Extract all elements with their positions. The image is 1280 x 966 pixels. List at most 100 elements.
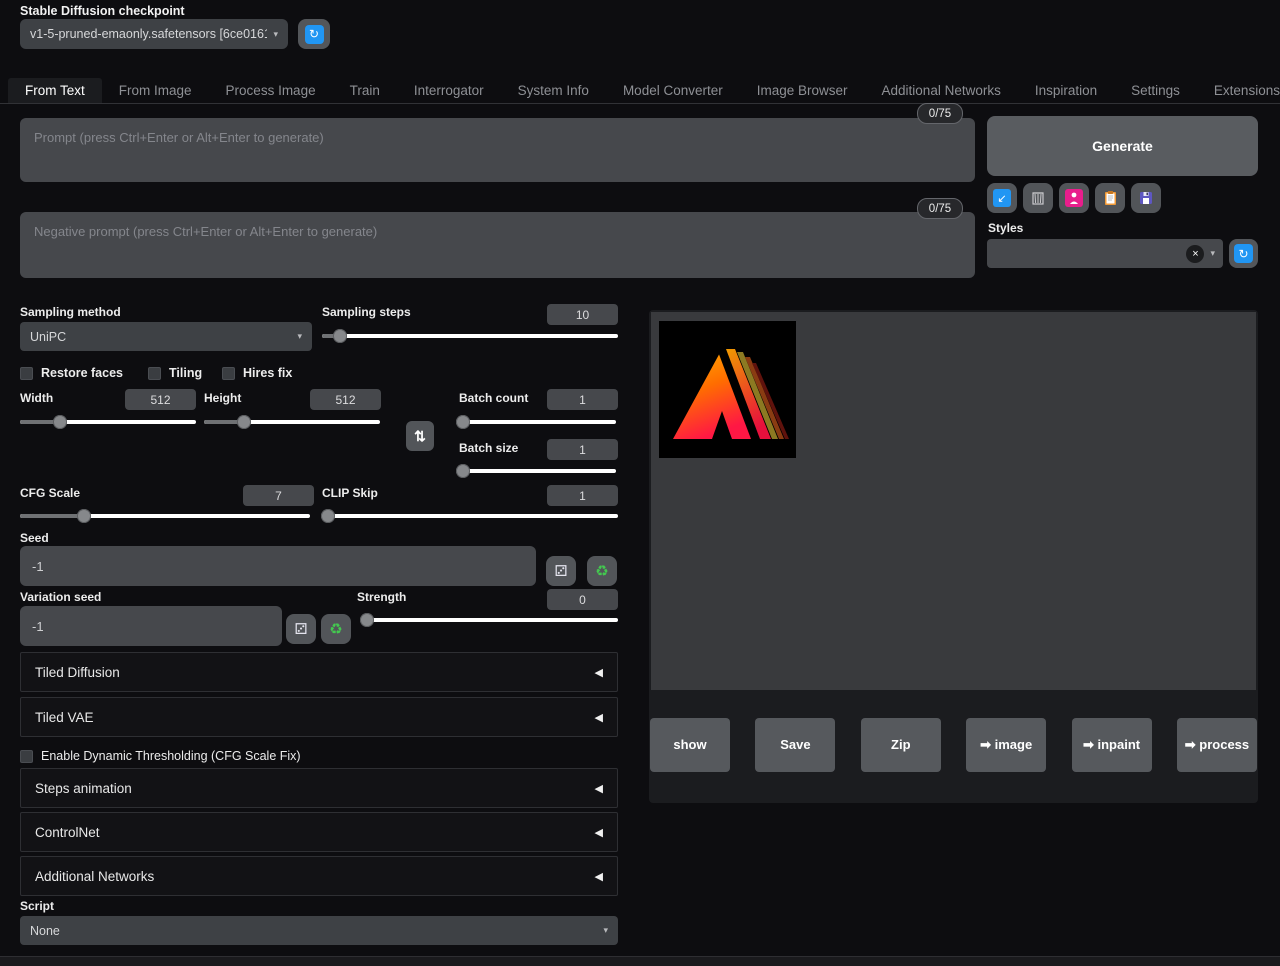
tab-train[interactable]: Train <box>333 78 397 103</box>
checkbox-icon <box>148 367 161 380</box>
script-value: None <box>30 924 597 938</box>
save-button[interactable]: Save <box>755 718 835 772</box>
output-gallery <box>651 312 1256 690</box>
chevron-left-icon: ◀ <box>595 782 603 795</box>
cfg-scale-slider[interactable] <box>20 509 310 523</box>
dynamic-thresholding-checkbox[interactable]: Enable Dynamic Thresholding (CFG Scale F… <box>20 749 301 763</box>
sampling-steps-label: Sampling steps <box>322 305 411 319</box>
floppy-disk-icon <box>1137 189 1155 207</box>
batch-count-slider[interactable] <box>460 415 616 429</box>
tab-system-info[interactable]: System Info <box>501 78 606 103</box>
swap-icon: ⇅ <box>414 428 426 445</box>
send-to-image-button[interactable]: ➡ image <box>966 718 1046 772</box>
sampling-steps-slider[interactable] <box>322 329 618 343</box>
chevron-left-icon: ◀ <box>595 666 603 679</box>
send-to-inpaint-button[interactable]: ➡ inpaint <box>1072 718 1152 772</box>
prompt-input[interactable] <box>20 118 975 182</box>
tab-inspiration[interactable]: Inspiration <box>1018 78 1114 103</box>
read-generation-params-button[interactable]: ↙ <box>987 183 1017 213</box>
tab-process-image[interactable]: Process Image <box>209 78 333 103</box>
reuse-seed-button[interactable]: ♻ <box>587 556 617 586</box>
clear-prompt-button[interactable] <box>1023 183 1053 213</box>
zip-button[interactable]: Zip <box>861 718 941 772</box>
chevron-down-icon: ▾ <box>297 331 302 342</box>
tab-model-converter[interactable]: Model Converter <box>606 78 740 103</box>
tab-image-browser[interactable]: Image Browser <box>740 78 865 103</box>
script-label: Script <box>20 899 54 913</box>
styles-refresh-button[interactable]: ↻ <box>1229 239 1258 268</box>
recycle-icon: ♻ <box>595 562 608 580</box>
apply-styles-button[interactable] <box>1095 183 1125 213</box>
random-variation-seed-button[interactable]: ⚂ <box>286 614 316 644</box>
arrow-down-left-icon: ↙ <box>993 189 1011 207</box>
batch-size-label: Batch size <box>459 441 518 455</box>
strength-slider[interactable] <box>362 613 618 627</box>
clip-skip-slider[interactable] <box>322 509 618 523</box>
script-select[interactable]: None ▾ <box>20 916 618 945</box>
accordion-controlnet[interactable]: ControlNet ◀ <box>20 812 618 852</box>
cfg-scale-input[interactable]: 7 <box>243 485 314 506</box>
sampling-steps-input[interactable]: 10 <box>547 304 618 325</box>
output-panel: show Save Zip ➡ image ➡ inpaint ➡ proces… <box>649 310 1258 803</box>
tab-from-text[interactable]: From Text <box>8 78 102 103</box>
page-bottom-divider <box>0 956 1280 966</box>
clip-skip-input[interactable]: 1 <box>547 485 618 506</box>
width-slider[interactable] <box>20 415 196 429</box>
artroom-logo <box>659 321 796 458</box>
tab-additional-networks[interactable]: Additional Networks <box>865 78 1018 103</box>
swap-dimensions-button[interactable]: ⇅ <box>406 421 434 451</box>
flower-card-icon <box>1065 189 1083 207</box>
height-input[interactable]: 512 <box>310 389 381 410</box>
sampling-method-value: UniPC <box>30 330 291 344</box>
accordion-steps-animation[interactable]: Steps animation ◀ <box>20 768 618 808</box>
show-button[interactable]: show <box>650 718 730 772</box>
checkpoint-refresh-button[interactable]: ↻ <box>298 19 330 49</box>
negative-prompt-input[interactable] <box>20 212 975 278</box>
batch-size-slider[interactable] <box>460 464 616 478</box>
sampling-method-label: Sampling method <box>20 305 121 319</box>
clip-skip-label: CLIP Skip <box>322 486 378 500</box>
refresh-icon: ↻ <box>1234 244 1253 263</box>
chevron-down-icon: ▾ <box>603 925 608 936</box>
seed-input[interactable]: -1 <box>20 546 536 586</box>
tiling-checkbox[interactable]: Tiling <box>148 366 202 380</box>
checkpoint-select[interactable]: v1-5-pruned-emaonly.safetensors [6ce0161… <box>20 19 288 49</box>
reuse-variation-seed-button[interactable]: ♻ <box>321 614 351 644</box>
trash-icon <box>1029 189 1047 207</box>
accordion-tiled-diffusion[interactable]: Tiled Diffusion ◀ <box>20 652 618 692</box>
restore-faces-checkbox[interactable]: Restore faces <box>20 366 123 380</box>
width-input[interactable]: 512 <box>125 389 196 410</box>
accordion-title: Steps animation <box>35 781 595 796</box>
tab-from-image[interactable]: From Image <box>102 78 209 103</box>
accordion-tiled-vae[interactable]: Tiled VAE ◀ <box>20 697 618 737</box>
styles-select[interactable]: × ▾ <box>987 239 1223 268</box>
quick-buttons: ↙ <box>987 183 1161 213</box>
output-buttons: show Save Zip ➡ image ➡ inpaint ➡ proces… <box>650 718 1257 772</box>
sampling-method-select[interactable]: UniPC ▾ <box>20 322 312 351</box>
close-icon[interactable]: × <box>1186 245 1204 263</box>
chevron-down-icon: ▾ <box>1210 248 1215 259</box>
hires-fix-label: Hires fix <box>243 366 292 380</box>
send-to-process-button[interactable]: ➡ process <box>1177 718 1257 772</box>
strength-input[interactable]: 0 <box>547 589 618 610</box>
generated-image-thumbnail[interactable] <box>659 321 796 458</box>
restore-faces-label: Restore faces <box>41 366 123 380</box>
tab-interrogator[interactable]: Interrogator <box>397 78 501 103</box>
styles-label: Styles <box>988 221 1023 235</box>
hires-fix-checkbox[interactable]: Hires fix <box>222 366 292 380</box>
dice-icon: ⚂ <box>294 620 307 638</box>
save-style-button[interactable] <box>1131 183 1161 213</box>
tab-settings[interactable]: Settings <box>1114 78 1197 103</box>
batch-size-input[interactable]: 1 <box>547 439 618 460</box>
accordion-title: ControlNet <box>35 825 595 840</box>
tab-extensions[interactable]: Extensions <box>1197 78 1280 103</box>
app-root: Stable Diffusion checkpoint v1-5-pruned-… <box>0 0 1280 966</box>
accordion-additional-networks[interactable]: Additional Networks ◀ <box>20 856 618 896</box>
height-slider[interactable] <box>204 415 380 429</box>
extra-networks-button[interactable] <box>1059 183 1089 213</box>
checkpoint-label: Stable Diffusion checkpoint <box>20 4 185 18</box>
batch-count-input[interactable]: 1 <box>547 389 618 410</box>
variation-seed-input[interactable]: -1 <box>20 606 282 646</box>
random-seed-button[interactable]: ⚂ <box>546 556 576 586</box>
generate-button[interactable]: Generate <box>987 116 1258 176</box>
